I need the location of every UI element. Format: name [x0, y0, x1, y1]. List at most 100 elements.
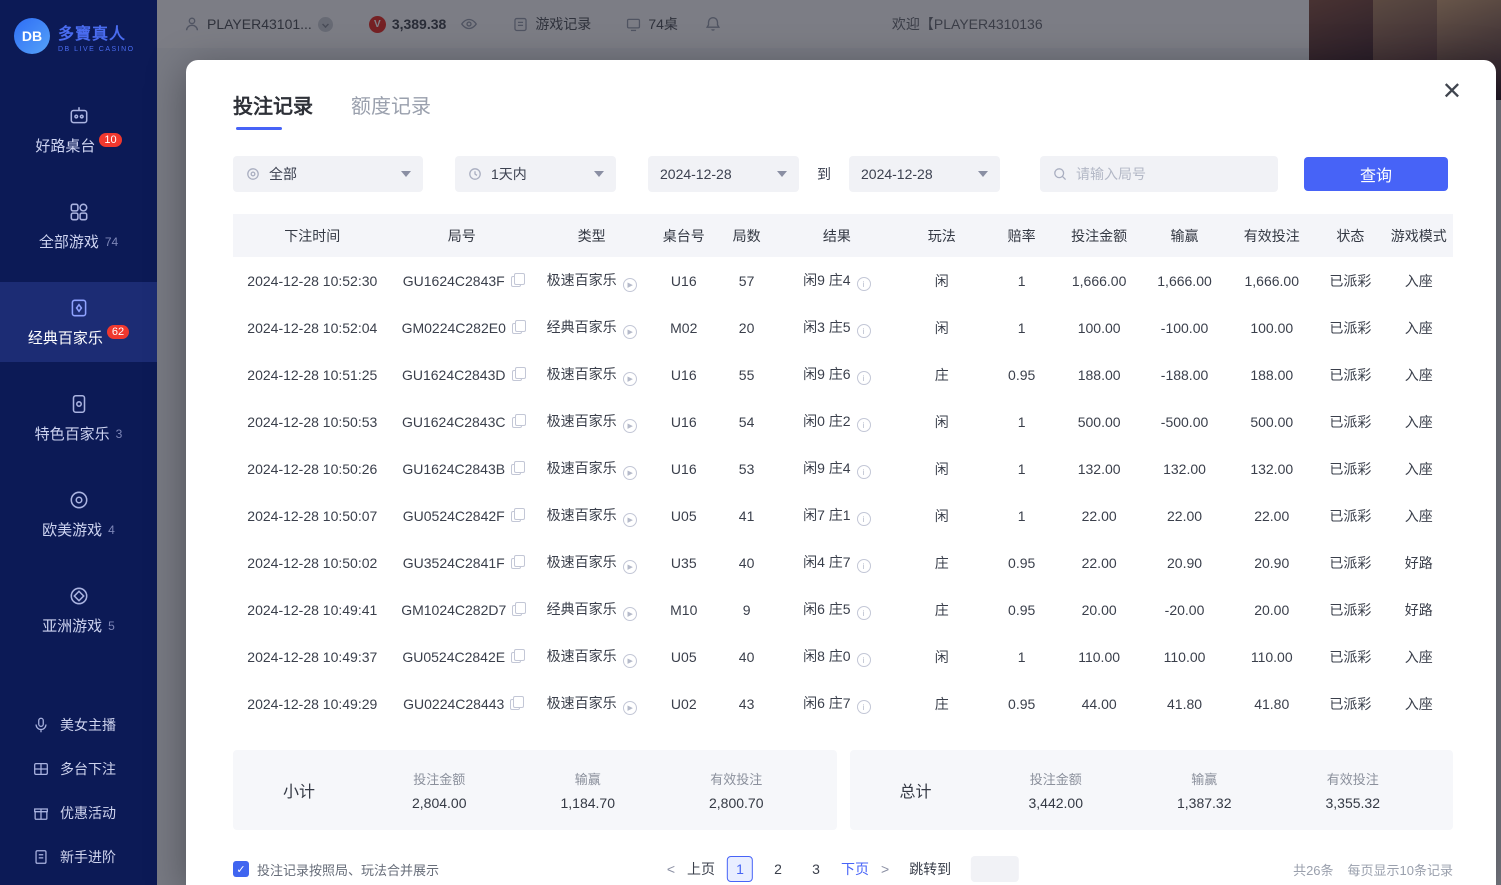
sidebar-item-label: 亚洲游戏 — [42, 615, 102, 636]
replay-icon[interactable]: ▶ — [623, 654, 637, 668]
sidebar-item-beauty-anchor[interactable]: 美女主播 — [0, 703, 157, 747]
tab-bet-records[interactable]: 投注记录 — [233, 90, 313, 130]
copy-icon[interactable] — [511, 276, 521, 287]
cell-round-id: GU0524C2842E — [392, 633, 532, 680]
replay-icon[interactable]: ▶ — [623, 466, 637, 480]
col-bet-amount: 投注金额 — [1056, 214, 1141, 257]
sidebar-item-special-baccarat[interactable]: 特色百家乐3 — [0, 378, 157, 458]
date-from-picker[interactable]: 2024-12-28 — [648, 156, 799, 192]
time-range-select[interactable]: 1天内 — [455, 156, 616, 192]
jump-to-input[interactable] — [971, 856, 1019, 882]
slot-machine-icon — [68, 105, 90, 127]
info-icon[interactable]: i — [857, 653, 871, 667]
round-id-input[interactable] — [1076, 166, 1246, 182]
subtotal-winloss: 输赢 1,184.70 — [561, 769, 616, 811]
cell-valid-bet: 1,666.00 — [1227, 257, 1316, 304]
cell-game-mode: 入座 — [1385, 680, 1453, 727]
info-icon[interactable]: i — [857, 559, 871, 573]
table-row: 2024-12-28 10:50:07 GU0524C2842F 极速百家乐▶ … — [233, 492, 1453, 539]
prev-arrow-icon[interactable]: < — [667, 861, 675, 877]
info-icon[interactable]: i — [857, 418, 871, 432]
cell-status: 已派彩 — [1316, 445, 1384, 492]
copy-icon[interactable] — [511, 558, 521, 569]
replay-icon[interactable]: ▶ — [623, 419, 637, 433]
info-icon[interactable]: i — [857, 465, 871, 479]
cell-table-no: M02 — [651, 304, 716, 351]
cell-winloss: -20.00 — [1142, 586, 1227, 633]
cell-odds: 0.95 — [987, 586, 1057, 633]
replay-icon[interactable]: ▶ — [623, 325, 637, 339]
cell-odds: 0.95 — [987, 680, 1057, 727]
info-icon[interactable]: i — [857, 512, 871, 526]
replay-icon[interactable]: ▶ — [623, 560, 637, 574]
cell-status: 已派彩 — [1316, 633, 1384, 680]
info-icon[interactable]: i — [857, 324, 871, 338]
sidebar-item-promotions[interactable]: 优惠活动 — [0, 791, 157, 835]
total-label: 总计 — [850, 778, 982, 802]
sidebar-item-all-games[interactable]: 全部游戏74 — [0, 186, 157, 266]
cell-valid-bet: 20.90 — [1227, 539, 1316, 586]
chevron-down-icon — [777, 171, 787, 177]
special-card-icon — [68, 393, 90, 415]
col-table-no: 桌台号 — [651, 214, 716, 257]
query-button[interactable]: 查询 — [1304, 157, 1448, 191]
page-2[interactable]: 2 — [765, 856, 791, 882]
total-bet-value: 3,442.00 — [1029, 795, 1084, 811]
cell-odds: 0.95 — [987, 351, 1057, 398]
cell-round-id: GM1024C282D7 — [392, 586, 532, 633]
replay-icon[interactable]: ▶ — [623, 278, 637, 292]
replay-icon[interactable]: ▶ — [623, 607, 637, 621]
type-select-value: 全部 — [269, 164, 297, 184]
page-3[interactable]: 3 — [803, 856, 829, 882]
type-select[interactable]: 全部 — [233, 156, 423, 192]
cell-round-id: GU1624C2843D — [392, 351, 532, 398]
copy-icon[interactable] — [512, 605, 522, 616]
sidebar-item-label: 特色百家乐 — [35, 423, 110, 444]
cell-bet-amount: 44.00 — [1056, 680, 1141, 727]
next-page-button[interactable]: 下页 — [841, 859, 869, 879]
page-1[interactable]: 1 — [727, 856, 753, 882]
info-icon[interactable]: i — [857, 700, 871, 714]
cell-bet-amount: 22.00 — [1056, 539, 1141, 586]
replay-icon[interactable]: ▶ — [623, 513, 637, 527]
close-icon[interactable]: ✕ — [1442, 80, 1462, 104]
copy-icon[interactable] — [511, 464, 521, 475]
cell-round: 20 — [716, 304, 777, 351]
copy-icon[interactable] — [511, 652, 521, 663]
cell-winloss: 20.90 — [1142, 539, 1227, 586]
copy-icon[interactable] — [510, 699, 520, 710]
sidebar-item-label: 美女主播 — [60, 715, 116, 735]
info-icon[interactable]: i — [857, 606, 871, 620]
sidebar-item-multi-table-bet[interactable]: 多台下注 — [0, 747, 157, 791]
replay-icon[interactable]: ▶ — [623, 372, 637, 386]
replay-icon[interactable]: ▶ — [623, 701, 637, 715]
copy-icon[interactable] — [511, 511, 521, 522]
cell-game-mode: 入座 — [1385, 257, 1453, 304]
sidebar-item-good-road-tables[interactable]: 好路桌台10 — [0, 90, 157, 170]
cell-game-mode: 好路 — [1385, 586, 1453, 633]
col-round-id: 局号 — [392, 214, 532, 257]
prev-page-button[interactable]: 上页 — [687, 859, 715, 879]
tab-quota-records[interactable]: 额度记录 — [351, 90, 431, 130]
filter-bar: 全部 1天内 2024-12-28 到 2024-12-28 查询 — [233, 156, 1453, 192]
next-arrow-icon[interactable]: > — [881, 861, 889, 877]
cell-game-mode: 入座 — [1385, 633, 1453, 680]
copy-icon[interactable] — [512, 370, 522, 381]
microphone-icon — [32, 716, 50, 734]
info-icon[interactable]: i — [857, 371, 871, 385]
sidebar-item-asian-games[interactable]: 亚洲游戏5 — [0, 570, 157, 650]
sidebar-item-beginner-guide[interactable]: 新手进阶 — [0, 835, 157, 879]
cell-table-no: U05 — [651, 492, 716, 539]
sidebar-item-classic-baccarat[interactable]: 经典百家乐62 — [0, 282, 157, 362]
cell-round: 41 — [716, 492, 777, 539]
sidebar-item-label: 欧美游戏 — [42, 519, 102, 540]
cell-bet-time: 2024-12-28 10:50:07 — [233, 492, 392, 539]
sidebar-item-western-games[interactable]: 欧美游戏4 — [0, 474, 157, 554]
copy-icon[interactable] — [512, 417, 522, 428]
cell-result: 闲9 庄6i — [777, 351, 897, 398]
merge-checkbox[interactable]: ✓ — [233, 861, 249, 877]
date-to-picker[interactable]: 2024-12-28 — [849, 156, 1000, 192]
info-icon[interactable]: i — [857, 277, 871, 291]
copy-icon[interactable] — [512, 323, 522, 334]
cell-play: 庄 — [897, 586, 987, 633]
